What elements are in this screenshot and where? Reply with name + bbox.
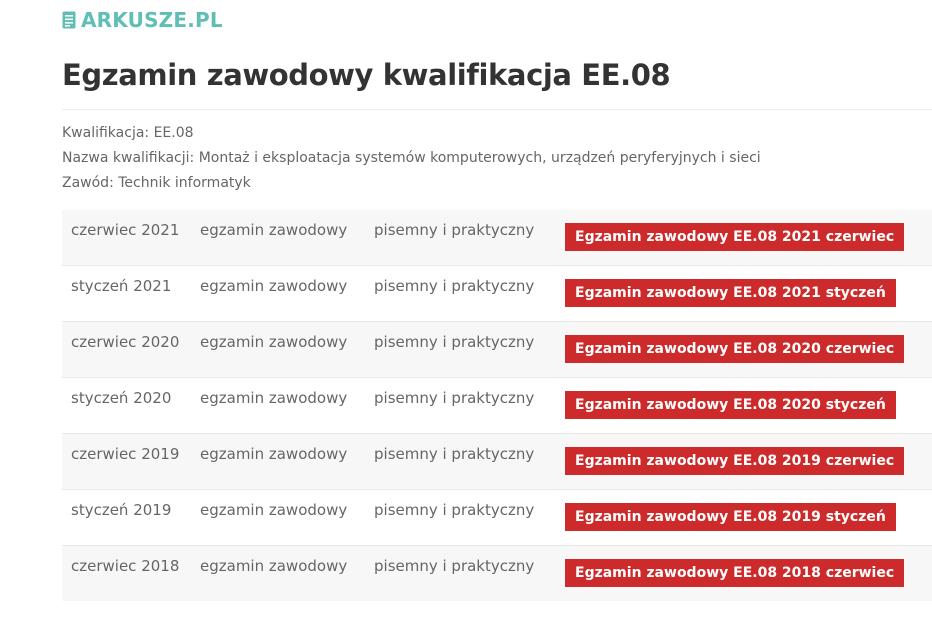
title-divider [62,109,932,110]
table-row: styczeń 2020 egzamin zawodowy pisemny i … [62,378,932,434]
exam-link-button[interactable]: Egzamin zawodowy EE.08 2019 czerwiec [565,447,905,475]
exam-link-button[interactable]: Egzamin zawodowy EE.08 2021 styczeń [565,279,896,307]
table-row: czerwiec 2020 egzamin zawodowy pisemny i… [62,322,932,378]
qualification-name: Nazwa kwalifikacji: Montaż i eksploatacj… [62,150,761,166]
exam-form: pisemny i praktyczny [374,557,535,575]
exam-link-button[interactable]: Egzamin zawodowy EE.08 2018 czerwiec [565,559,905,587]
page-title: Egzamin zawodowy kwalifikacja EE.08 [62,58,671,92]
table-row: styczeń 2019 egzamin zawodowy pisemny i … [62,490,932,546]
exam-date: czerwiec 2020 [71,333,180,351]
exam-form: pisemny i praktyczny [374,389,535,407]
table-row: czerwiec 2018 egzamin zawodowy pisemny i… [62,546,932,601]
exam-link-button[interactable]: Egzamin zawodowy EE.08 2020 czerwiec [565,335,905,363]
exam-date: styczeń 2019 [71,501,172,519]
table-row: styczeń 2021 egzamin zawodowy pisemny i … [62,266,932,322]
exam-date: czerwiec 2019 [71,445,180,463]
exam-form: pisemny i praktyczny [374,501,535,519]
exam-link-button[interactable]: Egzamin zawodowy EE.08 2019 styczeń [565,503,896,531]
qualification-code: Kwalifikacja: EE.08 [62,125,194,141]
exam-date: czerwiec 2021 [71,221,180,239]
exam-form: pisemny i praktyczny [374,277,535,295]
exam-type: egzamin zawodowy [200,501,348,519]
exam-type: egzamin zawodowy [200,445,348,463]
document-icon [62,11,76,29]
exam-type: egzamin zawodowy [200,557,348,575]
exam-type: egzamin zawodowy [200,221,348,239]
profession: Zawód: Technik informatyk [62,175,251,191]
exam-date: styczeń 2021 [71,277,172,295]
exam-date: czerwiec 2018 [71,557,180,575]
exam-form: pisemny i praktyczny [374,333,535,351]
exam-type: egzamin zawodowy [200,277,348,295]
table-row: czerwiec 2021 egzamin zawodowy pisemny i… [62,210,932,266]
exam-table: czerwiec 2021 egzamin zawodowy pisemny i… [62,210,932,601]
logo-text: ARKUSZE.PL [81,8,223,32]
exam-link-button[interactable]: Egzamin zawodowy EE.08 2020 styczeń [565,391,896,419]
exam-type: egzamin zawodowy [200,333,348,351]
exam-form: pisemny i praktyczny [374,445,535,463]
exam-link-button[interactable]: Egzamin zawodowy EE.08 2021 czerwiec [565,223,905,251]
site-logo[interactable]: ARKUSZE.PL [62,8,223,32]
exam-type: egzamin zawodowy [200,389,348,407]
exam-form: pisemny i praktyczny [374,221,535,239]
exam-date: styczeń 2020 [71,389,172,407]
qualification-info: Kwalifikacja: EE.08 Nazwa kwalifikacji: … [62,121,761,196]
table-row: czerwiec 2019 egzamin zawodowy pisemny i… [62,434,932,490]
